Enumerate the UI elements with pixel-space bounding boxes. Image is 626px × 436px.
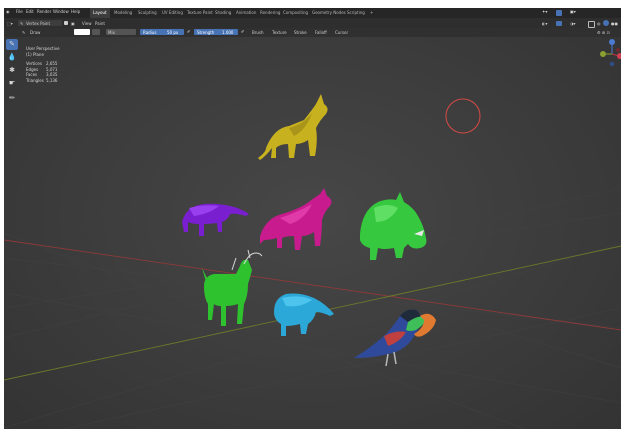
add-workspace-button[interactable]: + [367, 8, 376, 18]
mask-vertex-icon[interactable]: ▣ [71, 21, 75, 26]
secondary-color-swatch[interactable] [92, 29, 100, 35]
y-axis-icon [600, 51, 606, 57]
average-icon[interactable]: ✱ [6, 65, 18, 76]
tab-layout[interactable]: Layout [90, 8, 110, 18]
brush-icon: ✎ [22, 30, 26, 35]
tab-modeling[interactable]: Modeling [111, 8, 135, 18]
brush-name[interactable]: Draw [30, 30, 40, 35]
editor-type-icon[interactable]: ⬚▾ [7, 21, 13, 26]
view-name: User Perspective [26, 46, 60, 51]
filter-icon[interactable]: ▣▾ [570, 9, 576, 14]
menu-window[interactable]: Window [53, 9, 69, 14]
z-axis-icon [609, 39, 615, 45]
tab-scripting[interactable]: Scripting [344, 8, 368, 18]
menu-view[interactable]: View [82, 21, 92, 26]
smear-icon[interactable]: ☛ [6, 78, 18, 89]
tab-animation[interactable]: Animation [233, 8, 259, 18]
3d-viewport[interactable] [4, 37, 621, 429]
tab-sculpting[interactable]: Sculpting [135, 8, 160, 18]
brush-mode-icon: ✎ [20, 21, 24, 26]
radius-field[interactable]: Radius 50 px [140, 29, 184, 35]
tool-settings-bar: ✎ Draw Mix Radius 50 px ✐ Strength 1.000… [4, 28, 621, 37]
brush-menu[interactable]: Brush [252, 30, 264, 35]
neg-z-axis-icon [609, 61, 615, 67]
xray-icon[interactable] [588, 21, 595, 28]
blend-select[interactable]: Mix [106, 29, 136, 35]
cursor-menu[interactable]: Cursor [335, 30, 348, 35]
top-menu-bar: ◉ File Edit Render Window Help Layout Mo… [4, 8, 621, 18]
neg-x-axis-icon [616, 48, 620, 52]
strength-value: 1.000 [222, 30, 234, 35]
view-layer-icon[interactable] [556, 10, 562, 16]
strength-field[interactable]: Strength 1.000 [194, 29, 238, 35]
blur-icon[interactable]: 💧 [6, 52, 18, 63]
menu-edit[interactable]: Edit [26, 9, 34, 14]
scene-icon[interactable]: ✦▾ [542, 9, 547, 14]
mode-label: Vertex Paint [26, 21, 51, 26]
tab-shading[interactable]: Shading [212, 8, 234, 18]
tab-uv-editing[interactable]: UV Editing [159, 8, 186, 18]
object-type-visibility-icon[interactable]: ◐▾ [542, 21, 548, 26]
pressure-strength-icon[interactable]: ✐ [241, 29, 244, 34]
menu-paint[interactable]: Paint [95, 21, 105, 26]
gizmo-toggle-icon[interactable] [556, 21, 562, 26]
stroke-menu[interactable]: Stroke [294, 30, 307, 35]
draw-brush-icon[interactable]: ✎ [6, 39, 18, 50]
overlays-icon[interactable]: ◑▾ [570, 21, 576, 26]
viewport-stats: User Perspective (1) Plane Vertices 2,655… [26, 46, 60, 84]
radius-label: Radius [143, 30, 157, 35]
menu-render[interactable]: Render [37, 9, 51, 14]
shading-material-icon[interactable]: ●● [611, 21, 618, 26]
annotate-icon[interactable]: ✏ [6, 93, 18, 104]
blender-window: ◉ File Edit Render Window Help Layout Mo… [4, 8, 621, 429]
blend-label: Mix [108, 30, 115, 35]
falloff-menu[interactable]: Falloff [315, 30, 327, 35]
x-axis-icon [617, 53, 621, 59]
shading-solid-icon[interactable] [603, 20, 609, 26]
options-icon[interactable]: ⚙ ⊞ ⊡ [597, 30, 610, 35]
menu-help[interactable]: Help [71, 9, 80, 14]
shading-wireframe-icon[interactable]: ◍ [597, 21, 601, 26]
texture-menu[interactable]: Texture [272, 30, 287, 35]
mask-toggle-icon[interactable] [64, 21, 68, 25]
tool-header: ⬚▾ ✎ Vertex Paint ▣ View Paint ◐▾ ◑▾ ◍ ●… [4, 18, 621, 28]
navigation-gizmo[interactable] [600, 38, 621, 78]
stat-triangles: Triangles 5,136 [26, 77, 58, 83]
menu-file[interactable]: File [16, 9, 23, 14]
tool-shelf: ✎ 💧 ✱ ☛ ✏ [6, 39, 18, 109]
active-color-swatch[interactable] [74, 29, 90, 35]
mode-select[interactable]: ✎ Vertex Paint [18, 20, 62, 26]
radius-value: 50 px [167, 30, 179, 35]
blender-logo-icon[interactable]: ◉ [6, 9, 10, 14]
tab-geometry-nodes[interactable]: Geometry Nodes [309, 8, 349, 18]
tab-compositing[interactable]: Compositing [280, 8, 311, 18]
pressure-radius-icon[interactable]: ✐ [187, 29, 190, 34]
strength-label: Strength [197, 30, 215, 35]
